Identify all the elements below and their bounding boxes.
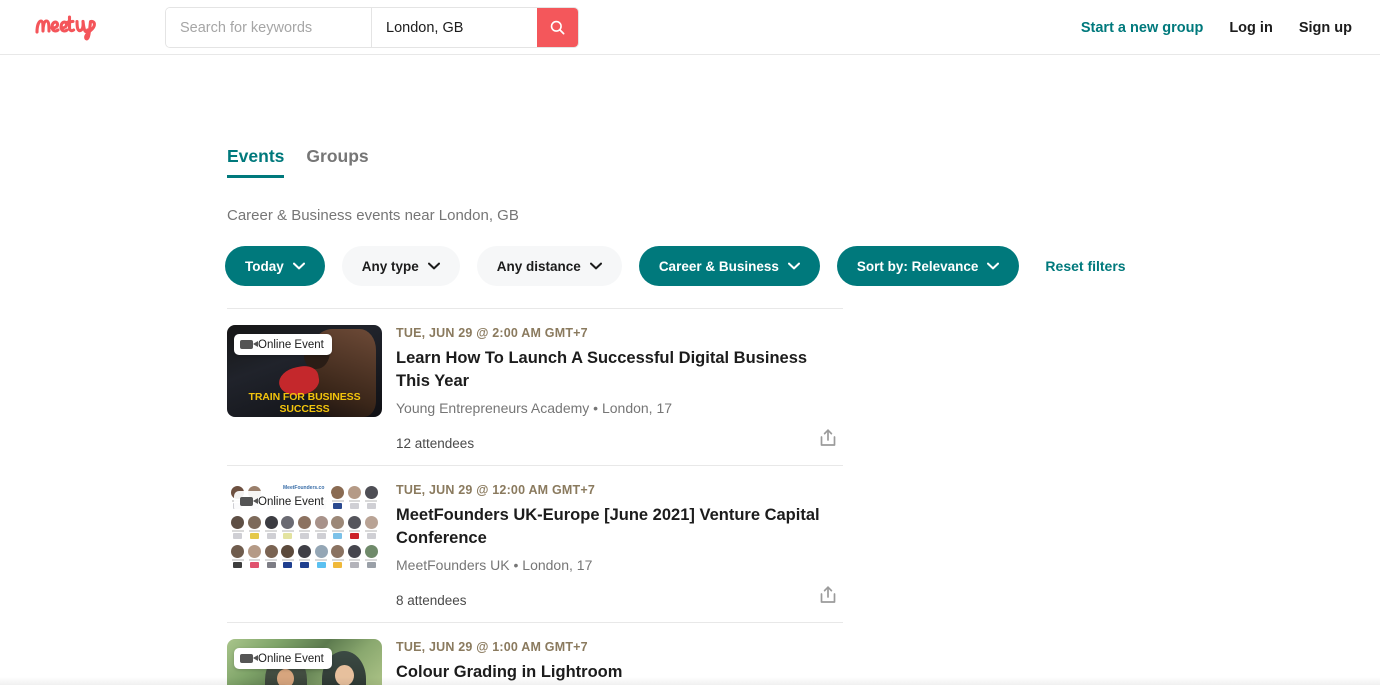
event-date: TUE, JUN 29 @ 2:00 AM GMT+7	[396, 326, 588, 340]
search-bar	[165, 7, 579, 48]
header-nav: Start a new group Log in Sign up	[1081, 0, 1352, 55]
filter-type-label: Any type	[361, 258, 419, 274]
reset-filters-link[interactable]: Reset filters	[1045, 258, 1125, 274]
log-in-link[interactable]: Log in	[1229, 20, 1273, 36]
page-content: Events Groups Career & Business events n…	[0, 55, 1380, 685]
tab-groups[interactable]: Groups	[306, 145, 368, 178]
tab-events[interactable]: Events	[227, 145, 285, 178]
online-event-label: Online Event	[258, 495, 324, 508]
filter-distance-button[interactable]: Any distance	[476, 246, 622, 286]
start-a-new-group-link[interactable]: Start a new group	[1081, 20, 1203, 36]
chevron-down-icon	[589, 262, 602, 270]
event-date: TUE, JUN 29 @ 1:00 AM GMT+7	[396, 640, 588, 654]
filter-sort-label: Sort by: Relevance	[856, 258, 979, 274]
event-card[interactable]: MeetFounders.co Online Event TUE, JUN 29…	[227, 465, 843, 622]
event-attendees: 8 attendees	[396, 593, 467, 608]
site-header: Start a new group Log in Sign up	[0, 0, 1380, 55]
results-tabs: Events Groups	[227, 145, 369, 178]
event-attendees: 12 attendees	[396, 436, 475, 451]
sign-up-link[interactable]: Sign up	[1299, 20, 1352, 36]
results-subheading: Career & Business events near London, GB	[227, 207, 519, 224]
online-event-badge: Online Event	[234, 334, 332, 355]
event-thumbnail[interactable]: MeetFounders.co Online Event	[227, 482, 382, 574]
filter-type-button[interactable]: Any type	[341, 246, 460, 286]
filter-category-label: Career & Business	[658, 258, 779, 274]
online-event-label: Online Event	[258, 338, 324, 351]
search-submit-button[interactable]	[537, 8, 578, 47]
event-info: TUE, JUN 29 @ 2:00 AM GMT+7 Learn How To…	[396, 325, 843, 451]
video-camera-icon	[240, 340, 258, 349]
filter-date-button[interactable]: Today	[225, 246, 325, 286]
share-icon	[820, 429, 836, 446]
share-icon	[820, 586, 836, 603]
chevron-down-icon	[787, 262, 800, 270]
search-keywords-input[interactable]	[166, 8, 371, 47]
chevron-down-icon	[292, 262, 305, 270]
filter-bar: Today Any type Any distance Career & Bus…	[225, 246, 1126, 286]
event-info: TUE, JUN 29 @ 12:00 AM GMT+7 MeetFounder…	[396, 482, 843, 608]
event-group-location: Young Entrepreneurs Academy • London, 17	[396, 400, 673, 416]
filter-date-label: Today	[245, 258, 284, 274]
filter-distance-label: Any distance	[496, 258, 581, 274]
chevron-down-icon	[987, 262, 1000, 270]
video-camera-icon	[240, 654, 258, 663]
search-icon	[550, 20, 565, 35]
search-location-input[interactable]	[372, 8, 537, 47]
chevron-down-icon	[427, 262, 440, 270]
page-bottom-edge	[0, 677, 1380, 685]
share-button[interactable]	[817, 584, 841, 608]
event-card[interactable]: TRAIN FOR BUSINESS SUCCESS Online Event …	[227, 308, 843, 465]
meetup-logo[interactable]	[33, 10, 133, 44]
event-card[interactable]: ADOBE LIGHTROOM Online Event TUE, JUN 29…	[227, 622, 843, 685]
filter-category-button[interactable]: Career & Business	[638, 246, 820, 286]
event-group-location: MeetFounders UK • London, 17	[396, 557, 593, 573]
share-button[interactable]	[817, 427, 841, 451]
event-thumbnail[interactable]: TRAIN FOR BUSINESS SUCCESS Online Event	[227, 325, 382, 417]
event-title[interactable]: Learn How To Launch A Successful Digital…	[396, 347, 843, 393]
video-camera-icon	[240, 497, 258, 506]
event-date: TUE, JUN 29 @ 12:00 AM GMT+7	[396, 483, 595, 497]
events-list: TRAIN FOR BUSINESS SUCCESS Online Event …	[227, 308, 843, 685]
online-event-badge: Online Event	[234, 648, 332, 669]
filter-sort-button[interactable]: Sort by: Relevance	[836, 246, 1020, 286]
thumbnail-caption: TRAIN FOR BUSINESS SUCCESS	[248, 391, 361, 415]
online-event-badge: Online Event	[234, 491, 332, 512]
online-event-label: Online Event	[258, 652, 324, 665]
event-title[interactable]: MeetFounders UK-Europe [June 2021] Ventu…	[396, 504, 843, 550]
meetup-logo-icon	[35, 15, 96, 41]
